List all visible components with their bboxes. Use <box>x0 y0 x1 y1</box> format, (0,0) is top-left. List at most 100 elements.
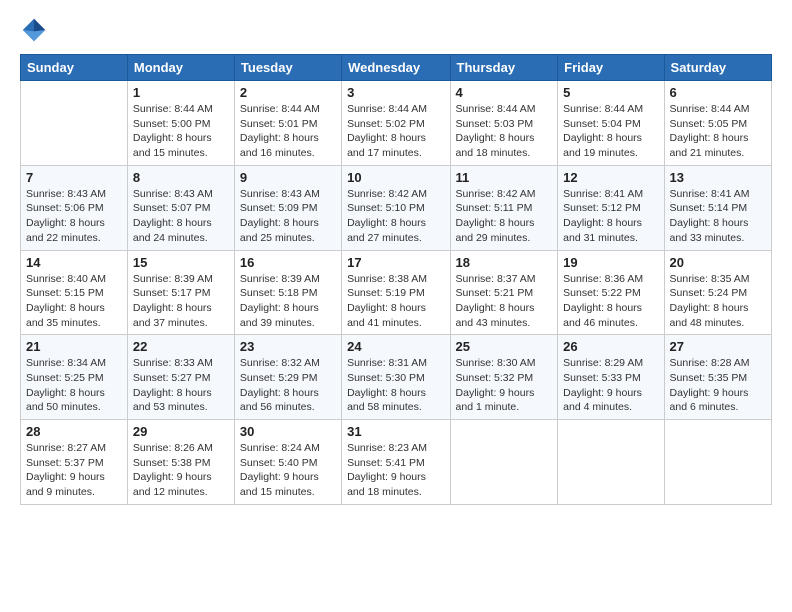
day-number: 31 <box>347 424 444 439</box>
calendar-table: SundayMondayTuesdayWednesdayThursdayFrid… <box>20 54 772 505</box>
calendar-cell: 19 Sunrise: 8:36 AM Sunset: 5:22 PM Dayli… <box>558 250 664 335</box>
day-number: 6 <box>670 85 766 100</box>
day-number: 5 <box>563 85 658 100</box>
calendar-cell: 24 Sunrise: 8:31 AM Sunset: 5:30 PM Dayli… <box>342 335 450 420</box>
calendar-cell: 30 Sunrise: 8:24 AM Sunset: 5:40 PM Dayli… <box>234 420 341 505</box>
day-info: Sunrise: 8:38 AM Sunset: 5:19 PM Dayligh… <box>347 272 444 331</box>
day-number: 19 <box>563 255 658 270</box>
calendar-cell: 8 Sunrise: 8:43 AM Sunset: 5:07 PM Daylig… <box>127 165 234 250</box>
calendar-cell: 16 Sunrise: 8:39 AM Sunset: 5:18 PM Dayli… <box>234 250 341 335</box>
calendar-cell: 9 Sunrise: 8:43 AM Sunset: 5:09 PM Daylig… <box>234 165 341 250</box>
calendar-cell: 6 Sunrise: 8:44 AM Sunset: 5:05 PM Daylig… <box>664 81 771 166</box>
calendar-cell: 27 Sunrise: 8:28 AM Sunset: 5:35 PM Dayli… <box>664 335 771 420</box>
page: SundayMondayTuesdayWednesdayThursdayFrid… <box>0 0 792 612</box>
day-info: Sunrise: 8:37 AM Sunset: 5:21 PM Dayligh… <box>456 272 553 331</box>
day-info: Sunrise: 8:44 AM Sunset: 5:04 PM Dayligh… <box>563 102 658 161</box>
day-number: 24 <box>347 339 444 354</box>
calendar-cell: 22 Sunrise: 8:33 AM Sunset: 5:27 PM Dayli… <box>127 335 234 420</box>
calendar-week-row: 21 Sunrise: 8:34 AM Sunset: 5:25 PM Dayli… <box>21 335 772 420</box>
calendar-cell: 15 Sunrise: 8:39 AM Sunset: 5:17 PM Dayli… <box>127 250 234 335</box>
day-info: Sunrise: 8:26 AM Sunset: 5:38 PM Dayligh… <box>133 441 229 500</box>
day-number: 2 <box>240 85 336 100</box>
day-info: Sunrise: 8:24 AM Sunset: 5:40 PM Dayligh… <box>240 441 336 500</box>
calendar-cell: 26 Sunrise: 8:29 AM Sunset: 5:33 PM Dayli… <box>558 335 664 420</box>
day-number: 27 <box>670 339 766 354</box>
calendar-week-row: 1Sunrise: 8:44 AM Sunset: 5:00 PM Daylig… <box>21 81 772 166</box>
day-number: 30 <box>240 424 336 439</box>
day-info: Sunrise: 8:23 AM Sunset: 5:41 PM Dayligh… <box>347 441 444 500</box>
day-info: Sunrise: 8:34 AM Sunset: 5:25 PM Dayligh… <box>26 356 122 415</box>
calendar-cell: 18Sunrise: 8:37 AM Sunset: 5:21 PM Dayli… <box>450 250 558 335</box>
day-number: 12 <box>563 170 658 185</box>
day-info: Sunrise: 8:40 AM Sunset: 5:15 PM Dayligh… <box>26 272 122 331</box>
day-info: Sunrise: 8:32 AM Sunset: 5:29 PM Dayligh… <box>240 356 336 415</box>
day-number: 25 <box>456 339 553 354</box>
calendar-cell: 25 Sunrise: 8:30 AM Sunset: 5:32 PM Dayli… <box>450 335 558 420</box>
calendar-cell: 2 Sunrise: 8:44 AM Sunset: 5:01 PM Daylig… <box>234 81 341 166</box>
day-number: 22 <box>133 339 229 354</box>
day-number: 29 <box>133 424 229 439</box>
day-info: Sunrise: 8:29 AM Sunset: 5:33 PM Dayligh… <box>563 356 658 415</box>
calendar-cell: 28 Sunrise: 8:27 AM Sunset: 5:37 PM Dayli… <box>21 420 128 505</box>
day-number: 21 <box>26 339 122 354</box>
calendar-cell: 3 Sunrise: 8:44 AM Sunset: 5:02 PM Daylig… <box>342 81 450 166</box>
day-info: Sunrise: 8:41 AM Sunset: 5:12 PM Dayligh… <box>563 187 658 246</box>
day-info: Sunrise: 8:41 AM Sunset: 5:14 PM Dayligh… <box>670 187 766 246</box>
day-info: Sunrise: 8:27 AM Sunset: 5:37 PM Dayligh… <box>26 441 122 500</box>
header <box>20 16 772 44</box>
header-row: SundayMondayTuesdayWednesdayThursdayFrid… <box>21 55 772 81</box>
header-day: Wednesday <box>342 55 450 81</box>
day-info: Sunrise: 8:44 AM Sunset: 5:02 PM Dayligh… <box>347 102 444 161</box>
calendar-cell <box>558 420 664 505</box>
day-info: Sunrise: 8:36 AM Sunset: 5:22 PM Dayligh… <box>563 272 658 331</box>
day-number: 3 <box>347 85 444 100</box>
calendar-cell: 14 Sunrise: 8:40 AM Sunset: 5:15 PM Dayli… <box>21 250 128 335</box>
calendar-cell: 4 Sunrise: 8:44 AM Sunset: 5:03 PM Daylig… <box>450 81 558 166</box>
day-info: Sunrise: 8:39 AM Sunset: 5:18 PM Dayligh… <box>240 272 336 331</box>
day-info: Sunrise: 8:43 AM Sunset: 5:09 PM Dayligh… <box>240 187 336 246</box>
day-number: 14 <box>26 255 122 270</box>
day-info: Sunrise: 8:44 AM Sunset: 5:00 PM Dayligh… <box>133 102 229 161</box>
day-info: Sunrise: 8:43 AM Sunset: 5:06 PM Dayligh… <box>26 187 122 246</box>
header-day: Monday <box>127 55 234 81</box>
day-number: 26 <box>563 339 658 354</box>
logo <box>20 16 52 44</box>
day-info: Sunrise: 8:44 AM Sunset: 5:01 PM Dayligh… <box>240 102 336 161</box>
day-number: 15 <box>133 255 229 270</box>
day-info: Sunrise: 8:35 AM Sunset: 5:24 PM Dayligh… <box>670 272 766 331</box>
day-number: 20 <box>670 255 766 270</box>
day-info: Sunrise: 8:30 AM Sunset: 5:32 PM Dayligh… <box>456 356 553 415</box>
day-number: 23 <box>240 339 336 354</box>
calendar-cell: 20 Sunrise: 8:35 AM Sunset: 5:24 PM Dayli… <box>664 250 771 335</box>
day-number: 10 <box>347 170 444 185</box>
day-number: 13 <box>670 170 766 185</box>
calendar-cell: 12 Sunrise: 8:41 AM Sunset: 5:12 PM Dayli… <box>558 165 664 250</box>
calendar-cell: 29 Sunrise: 8:26 AM Sunset: 5:38 PM Dayli… <box>127 420 234 505</box>
calendar-week-row: 28 Sunrise: 8:27 AM Sunset: 5:37 PM Dayli… <box>21 420 772 505</box>
day-info: Sunrise: 8:33 AM Sunset: 5:27 PM Dayligh… <box>133 356 229 415</box>
day-info: Sunrise: 8:44 AM Sunset: 5:03 PM Dayligh… <box>456 102 553 161</box>
day-info: Sunrise: 8:43 AM Sunset: 5:07 PM Dayligh… <box>133 187 229 246</box>
calendar-cell: 13 Sunrise: 8:41 AM Sunset: 5:14 PM Dayli… <box>664 165 771 250</box>
calendar-cell: 31 Sunrise: 8:23 AM Sunset: 5:41 PM Dayli… <box>342 420 450 505</box>
calendar-cell: 17Sunrise: 8:38 AM Sunset: 5:19 PM Dayli… <box>342 250 450 335</box>
day-number: 9 <box>240 170 336 185</box>
day-number: 28 <box>26 424 122 439</box>
day-number: 4 <box>456 85 553 100</box>
day-info: Sunrise: 8:28 AM Sunset: 5:35 PM Dayligh… <box>670 356 766 415</box>
header-day: Sunday <box>21 55 128 81</box>
calendar-cell: 11Sunrise: 8:42 AM Sunset: 5:11 PM Dayli… <box>450 165 558 250</box>
day-number: 7 <box>26 170 122 185</box>
calendar-cell: 1Sunrise: 8:44 AM Sunset: 5:00 PM Daylig… <box>127 81 234 166</box>
calendar-cell: 21 Sunrise: 8:34 AM Sunset: 5:25 PM Dayli… <box>21 335 128 420</box>
calendar-week-row: 7 Sunrise: 8:43 AM Sunset: 5:06 PM Daylig… <box>21 165 772 250</box>
day-info: Sunrise: 8:44 AM Sunset: 5:05 PM Dayligh… <box>670 102 766 161</box>
day-number: 8 <box>133 170 229 185</box>
day-info: Sunrise: 8:39 AM Sunset: 5:17 PM Dayligh… <box>133 272 229 331</box>
day-info: Sunrise: 8:31 AM Sunset: 5:30 PM Dayligh… <box>347 356 444 415</box>
calendar-cell: 10Sunrise: 8:42 AM Sunset: 5:10 PM Dayli… <box>342 165 450 250</box>
header-day: Friday <box>558 55 664 81</box>
day-number: 16 <box>240 255 336 270</box>
calendar-cell: 5 Sunrise: 8:44 AM Sunset: 5:04 PM Daylig… <box>558 81 664 166</box>
header-day: Thursday <box>450 55 558 81</box>
